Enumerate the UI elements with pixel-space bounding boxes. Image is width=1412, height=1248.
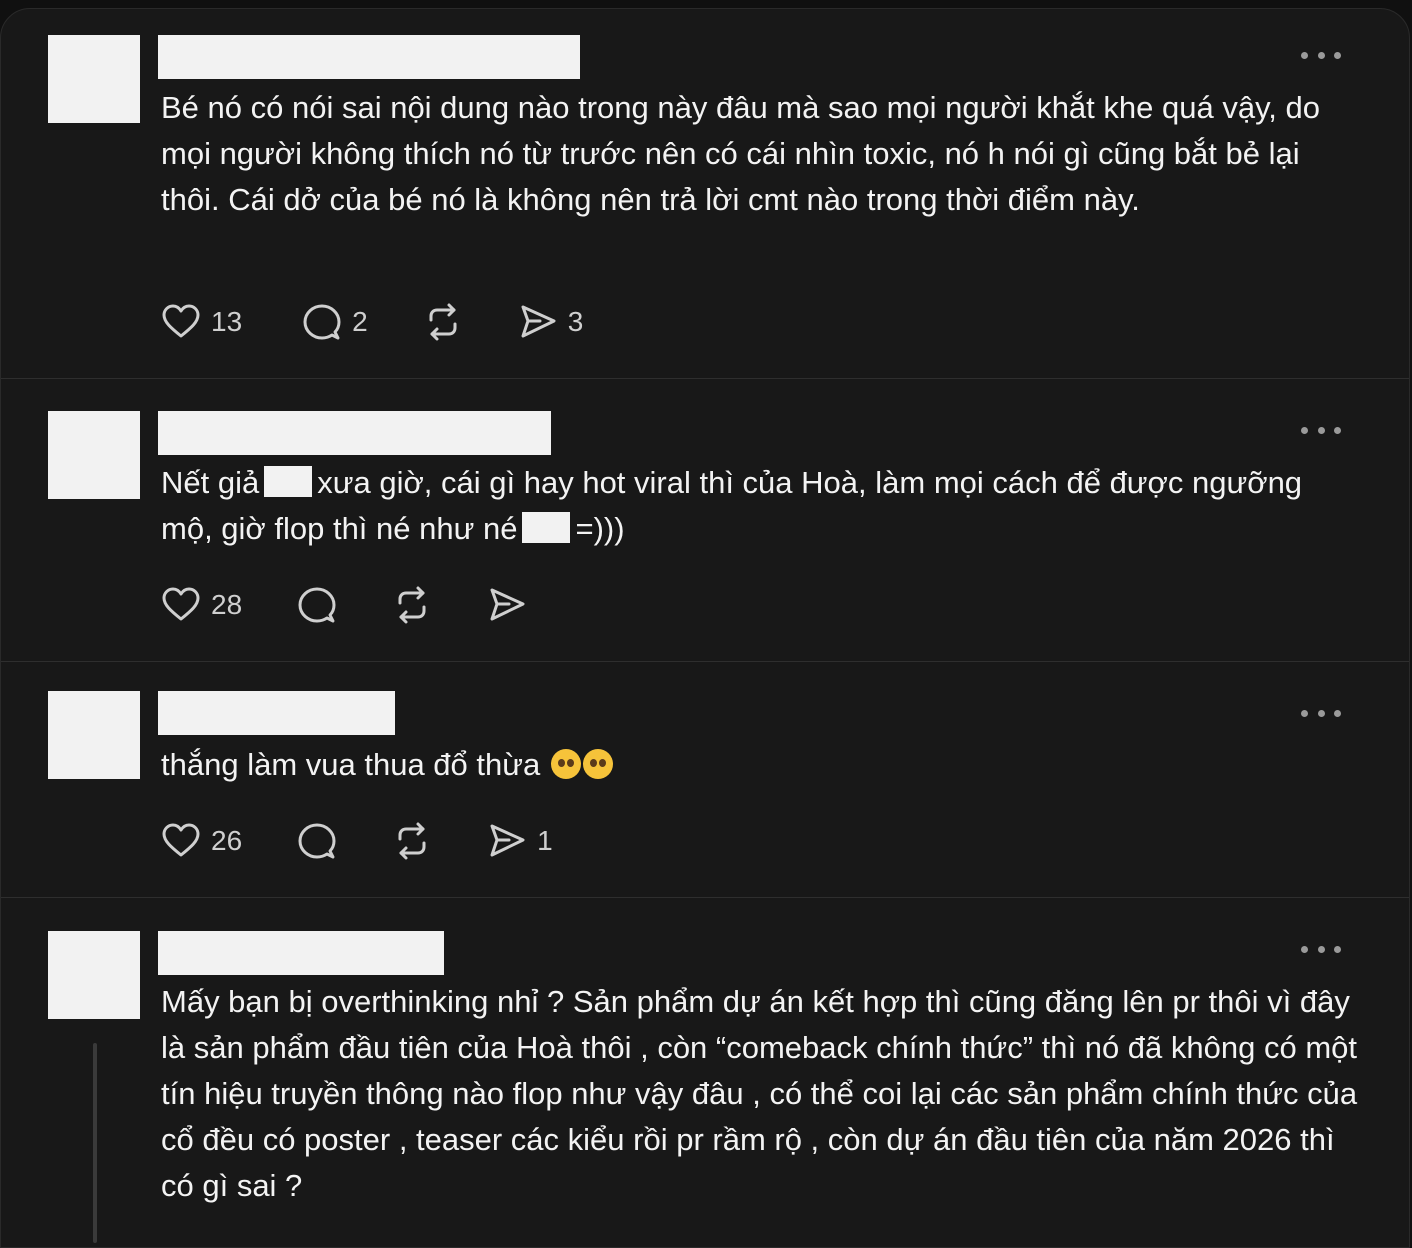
reply-button[interactable]: 2 bbox=[302, 302, 368, 342]
repost-arrows-icon bbox=[392, 585, 432, 625]
pleading-face-emoji bbox=[582, 749, 613, 779]
more-dots-icon[interactable] bbox=[1301, 50, 1341, 60]
like-button[interactable]: 28 bbox=[161, 585, 242, 625]
comment-bubble-icon bbox=[297, 821, 337, 861]
post-text-part: Nết giả bbox=[161, 465, 260, 500]
avatar[interactable] bbox=[48, 411, 140, 499]
repost-arrows-icon bbox=[423, 302, 463, 342]
reply-post: thắng làm vua thua đổ thừa 26 1 bbox=[1, 662, 1409, 898]
redacted-word bbox=[522, 512, 571, 543]
post-text: Mấy bạn bị overthinking nhỉ ? Sản phẩm d… bbox=[161, 984, 1366, 1203]
reply-post: Nết giả xưa giờ, cái gì hay hot viral thì… bbox=[1, 379, 1409, 662]
heart-icon bbox=[161, 585, 201, 625]
action-bar: 28 bbox=[161, 585, 567, 625]
repost-button[interactable] bbox=[392, 585, 432, 625]
comment-bubble-icon bbox=[302, 302, 342, 342]
action-bar: 26 1 bbox=[161, 821, 593, 861]
repost-button[interactable] bbox=[392, 821, 432, 861]
like-button[interactable]: 26 bbox=[161, 821, 242, 861]
like-count: 26 bbox=[211, 825, 243, 856]
send-icon bbox=[487, 821, 527, 861]
reply-count: 2 bbox=[352, 306, 368, 337]
heart-icon bbox=[161, 302, 201, 342]
reply-post: Bé nó có nói sai nội dung nào trong này … bbox=[1, 9, 1409, 379]
reply-post: Mấy bạn bị overthinking nhỉ ? Sản phẩm d… bbox=[1, 898, 1409, 1247]
username-redacted[interactable] bbox=[158, 691, 395, 735]
repost-button[interactable] bbox=[423, 302, 463, 342]
post-text-part: xưa giờ, cái gì hay hot viral thì của Ho… bbox=[161, 465, 1311, 546]
post-text: thắng làm vua thua đổ thừa bbox=[161, 742, 1361, 788]
share-count: 1 bbox=[537, 825, 553, 856]
post-text: Bé nó có nói sai nội dung nào trong này … bbox=[161, 90, 1329, 217]
pleading-face-emoji bbox=[550, 749, 581, 779]
like-button[interactable]: 13 bbox=[161, 302, 242, 342]
username-redacted[interactable] bbox=[158, 35, 580, 79]
share-button[interactable]: 3 bbox=[518, 302, 584, 342]
redacted-word bbox=[264, 466, 313, 497]
like-count: 13 bbox=[211, 306, 243, 337]
avatar[interactable] bbox=[48, 691, 140, 779]
repost-arrows-icon bbox=[392, 821, 432, 861]
avatar[interactable] bbox=[48, 35, 140, 123]
action-bar: 13 2 3 bbox=[161, 302, 623, 342]
post-text: Nết giả xưa giờ, cái gì hay hot viral thì… bbox=[161, 460, 1361, 552]
more-dots-icon[interactable] bbox=[1301, 708, 1341, 718]
avatar[interactable] bbox=[48, 931, 140, 1019]
more-dots-icon[interactable] bbox=[1301, 425, 1341, 435]
username-redacted[interactable] bbox=[158, 931, 444, 975]
share-count: 3 bbox=[567, 306, 584, 337]
reply-button[interactable] bbox=[297, 821, 337, 861]
username-redacted[interactable] bbox=[158, 411, 551, 455]
send-icon bbox=[518, 302, 558, 342]
share-button[interactable]: 1 bbox=[487, 821, 553, 861]
like-count: 28 bbox=[211, 589, 243, 620]
share-button[interactable] bbox=[487, 585, 527, 625]
comment-bubble-icon bbox=[297, 585, 337, 625]
heart-icon bbox=[161, 821, 201, 861]
post-text-part: =))) bbox=[575, 511, 625, 546]
post-text-part: thắng làm vua thua đổ thừa bbox=[161, 747, 541, 782]
replies-panel: Bé nó có nói sai nội dung nào trong này … bbox=[0, 8, 1410, 1248]
thread-line bbox=[93, 1043, 97, 1243]
more-dots-icon[interactable] bbox=[1301, 944, 1341, 954]
send-icon bbox=[487, 585, 527, 625]
reply-button[interactable] bbox=[297, 585, 337, 625]
